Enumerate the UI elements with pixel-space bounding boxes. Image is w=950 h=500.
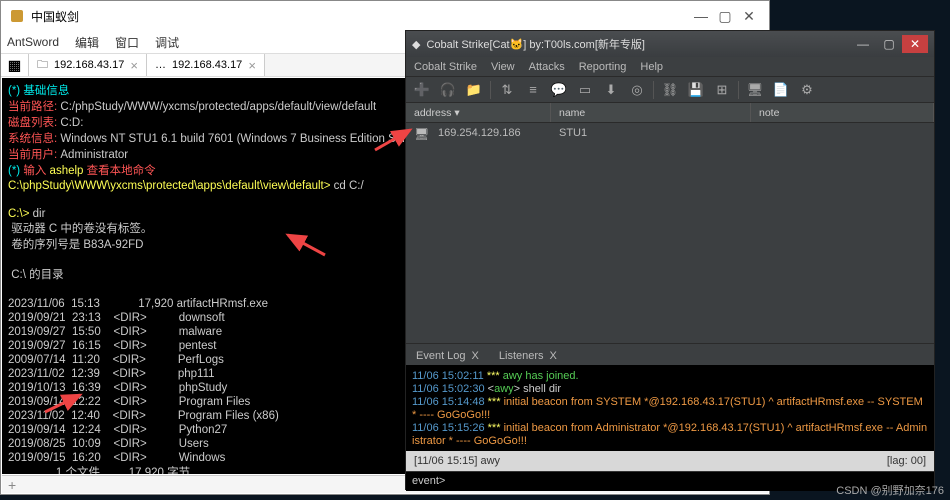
headset-icon[interactable]: 🎧: [436, 79, 460, 101]
target-icon[interactable]: ◎: [625, 79, 649, 101]
cell-ip: 169.254.129.186: [430, 125, 551, 143]
menu-help[interactable]: Help: [640, 61, 663, 73]
plus-icon[interactable]: ➕: [410, 79, 434, 101]
cobalt-title: Cobalt Strike[Cat🐱] by:T00ls.com[新年专版]: [426, 36, 644, 52]
card-icon[interactable]: ▭: [573, 79, 597, 101]
session-list[interactable]: 🖥 169.254.129.186 STU1: [406, 123, 934, 343]
tab-listeners[interactable]: ListenersX: [489, 347, 567, 365]
tab-close-icon[interactable]: X: [472, 350, 479, 362]
minimize-button[interactable]: —: [850, 35, 876, 53]
menu-view[interactable]: View: [491, 61, 515, 73]
cell-host: STU1: [551, 125, 751, 143]
list-icon[interactable]: ≡: [521, 79, 545, 101]
maximize-button[interactable]: ▢: [713, 4, 737, 28]
tab-eventlog[interactable]: Event LogX: [406, 347, 489, 365]
col-note[interactable]: note: [751, 103, 934, 122]
cobalt-window: ◆ Cobalt Strike[Cat🐱] by:T00ls.com[新年专版]…: [405, 30, 935, 490]
antsword-titlebar[interactable]: 中国蚁剑 — ▢ ✕: [1, 1, 769, 31]
tab-close-icon[interactable]: ×: [248, 58, 256, 73]
arrow-icon: [280, 230, 330, 260]
cobalt-menubar: Cobalt Strike View Attacks Reporting Hel…: [406, 57, 934, 77]
menu-reporting[interactable]: Reporting: [579, 61, 627, 73]
close-button[interactable]: ✕: [737, 4, 761, 28]
menu-cs[interactable]: Cobalt Strike: [414, 61, 477, 73]
session-header: address▾ name note: [406, 103, 934, 123]
link-icon[interactable]: ⛓: [658, 79, 682, 101]
close-button[interactable]: ✕: [902, 35, 928, 53]
arrow-icon: [40, 392, 90, 417]
cobalt-logo-icon: ◆: [412, 38, 420, 51]
tab-shell-192[interactable]: …192.168.43.17×: [147, 54, 265, 76]
minimize-button[interactable]: —: [689, 4, 713, 28]
folder-icon: 🗀: [37, 56, 48, 75]
cobalt-titlebar[interactable]: ◆ Cobalt Strike[Cat🐱] by:T00ls.com[新年专版]…: [406, 31, 934, 57]
menu-antsword[interactable]: AntSword: [7, 35, 59, 49]
tree-icon[interactable]: ⊞: [710, 79, 734, 101]
event-log[interactable]: 11/06 15:02:11 *** awy has joined. 11/06…: [406, 365, 934, 451]
gear-icon[interactable]: ⚙: [795, 79, 819, 101]
save-icon[interactable]: 💾: [684, 79, 708, 101]
cobalt-tabs: Event LogX ListenersX: [406, 343, 934, 365]
sort-icon[interactable]: ⇅: [495, 79, 519, 101]
menu-window[interactable]: 窗口: [115, 34, 139, 51]
computer-icon[interactable]: 🖥: [743, 79, 767, 101]
antsword-logo-icon: [9, 8, 25, 24]
tab-close-icon[interactable]: X: [550, 350, 557, 362]
cobalt-toolbar: ➕ 🎧 📁 ⇅ ≡ 💬 ▭ ⬇ ◎ ⛓ 💾 ⊞ 🖥 📄 ⚙: [406, 77, 934, 103]
chat-icon[interactable]: 💬: [547, 79, 571, 101]
arrow-icon: [370, 125, 420, 155]
watermark: CSDN @别野加奈176: [836, 482, 944, 498]
cobalt-status: [11/06 15:15] awy[lag: 00]: [406, 451, 934, 471]
doc-icon[interactable]: 📄: [769, 79, 793, 101]
tab-close-icon[interactable]: ×: [130, 58, 138, 73]
tab-grid[interactable]: ▦: [1, 54, 29, 76]
chevron-down-icon: ▾: [454, 107, 459, 119]
col-name[interactable]: name: [551, 103, 751, 122]
maximize-button[interactable]: ▢: [876, 35, 902, 53]
menu-attacks[interactable]: Attacks: [529, 61, 565, 73]
grid-icon: ▦: [8, 57, 21, 74]
folder-icon[interactable]: 📁: [462, 79, 486, 101]
menu-edit[interactable]: 编辑: [75, 34, 99, 51]
plus-icon[interactable]: +: [8, 477, 16, 493]
antsword-title: 中国蚁剑: [31, 8, 79, 25]
col-address[interactable]: address▾: [406, 103, 551, 122]
download-icon[interactable]: ⬇: [599, 79, 623, 101]
tab-file-192[interactable]: 🗀192.168.43.17×: [29, 54, 147, 76]
session-row[interactable]: 🖥 169.254.129.186 STU1: [406, 123, 934, 145]
menu-debug[interactable]: 调试: [155, 34, 179, 51]
